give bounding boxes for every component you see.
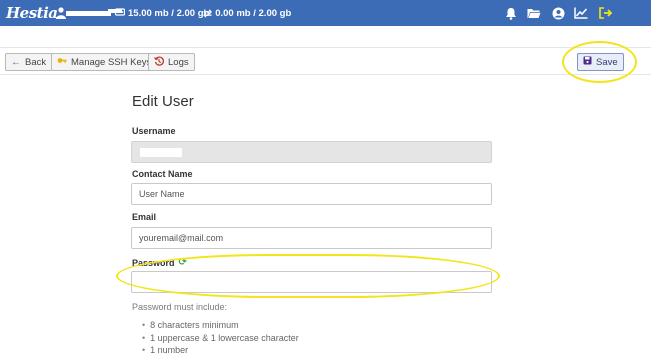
password-requirements-list: 8 characters minimum 1 uppercase & 1 low… xyxy=(142,319,299,357)
page-title: Edit User xyxy=(132,93,194,110)
save-button[interactable]: Save xyxy=(577,53,624,71)
username-label: Username xyxy=(132,126,176,136)
history-icon xyxy=(154,56,164,69)
password-label: Password xyxy=(132,257,175,268)
password-field[interactable] xyxy=(131,271,492,293)
bell-icon[interactable] xyxy=(503,5,519,21)
manage-ssh-keys-label: Manage SSH Keys xyxy=(71,56,152,68)
transfer-icon: ⇄ xyxy=(203,7,213,20)
chart-line-icon[interactable] xyxy=(573,5,589,21)
list-item: 1 uppercase & 1 lowercase character xyxy=(142,332,299,345)
back-button[interactable]: ← Back xyxy=(5,53,53,71)
logout-icon[interactable] xyxy=(598,5,614,21)
list-item: 8 characters minimum xyxy=(142,319,299,332)
password-label-row: Password ⟳ xyxy=(132,257,187,268)
email-label: Email xyxy=(132,212,157,222)
logs-button-label: Logs xyxy=(168,56,189,68)
disk-icon xyxy=(114,7,126,20)
floppy-disk-icon xyxy=(583,56,592,68)
save-button-label: Save xyxy=(596,56,618,68)
username-redacted-value xyxy=(140,148,182,157)
logs-button[interactable]: Logs xyxy=(148,53,195,71)
password-hint: Password must include: xyxy=(132,302,228,312)
contact-name-placeholder: User Name xyxy=(139,189,185,199)
generate-password-icon[interactable]: ⟳ xyxy=(179,257,187,268)
list-item: 1 number xyxy=(142,344,299,357)
username-field xyxy=(131,141,492,163)
bandwidth-usage-text: 0.00 mb / 2.00 gb xyxy=(215,7,292,19)
manage-ssh-keys-button[interactable]: Manage SSH Keys xyxy=(51,53,158,71)
disk-usage: 15.00 mb / 2.00 gb xyxy=(114,6,210,20)
back-button-label: Back xyxy=(25,56,47,68)
action-toolbar: ← Back Manage SSH Keys Logs Save xyxy=(0,47,651,75)
email-field[interactable]: youremail@mail.com xyxy=(131,227,492,249)
user-circle-icon[interactable] xyxy=(550,5,566,21)
username-redacted xyxy=(66,11,111,16)
contact-name-label: Contact Name xyxy=(132,169,193,179)
top-navbar: Hestia 15.00 mb / 2.00 gb ⇄ 0.00 mb / 2.… xyxy=(0,0,651,26)
bandwidth-usage: ⇄ 0.00 mb / 2.00 gb xyxy=(203,6,291,20)
key-icon xyxy=(57,56,67,68)
email-placeholder: youremail@mail.com xyxy=(139,233,224,243)
contact-name-field[interactable]: User Name xyxy=(131,183,492,205)
user-icon xyxy=(56,7,66,19)
app-logo[interactable]: Hestia xyxy=(6,2,58,24)
disk-usage-text: 15.00 mb / 2.00 gb xyxy=(128,7,210,19)
arrow-left-icon: ← xyxy=(11,56,21,68)
folder-icon[interactable] xyxy=(526,5,542,21)
